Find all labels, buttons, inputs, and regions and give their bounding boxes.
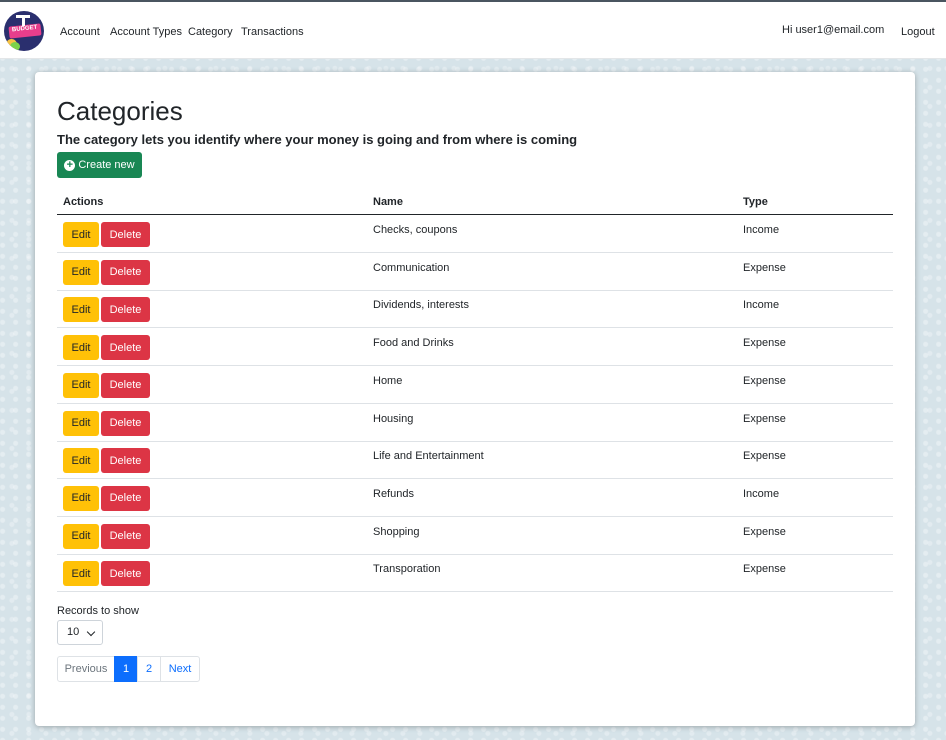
edit-button[interactable]: Edit [63, 485, 99, 511]
page-title: Categories [57, 96, 183, 126]
column-header-name: Name [373, 196, 403, 208]
pagination: Previous 1 2 Next [57, 656, 200, 682]
page-subtitle: The category lets you identify where you… [57, 132, 578, 147]
nav-link-transactions[interactable]: Transactions [241, 26, 304, 38]
user-greeting: Hi user1@email.com [782, 24, 885, 36]
edit-button[interactable]: Edit [63, 561, 99, 587]
create-new-button[interactable]: + Create new [57, 152, 142, 178]
category-type: Income [743, 299, 780, 312]
table-row: Edit Delete Food and Drinks Expense [57, 328, 893, 367]
delete-button[interactable]: Delete [101, 410, 150, 436]
categories-card: Categories The category lets you identif… [35, 72, 915, 726]
category-name: Life and Entertainment [373, 450, 484, 463]
table-row: Edit Delete Dividends, interests Income [57, 290, 893, 329]
category-type: Income [743, 224, 780, 236]
delete-button[interactable]: Delete [101, 297, 150, 323]
records-to-show-select[interactable]: 10 [57, 620, 103, 645]
delete-button[interactable]: Delete [101, 335, 150, 361]
category-name: Home [373, 374, 403, 387]
plus-circle-icon: + [64, 159, 76, 171]
delete-button[interactable]: Delete [101, 448, 150, 474]
delete-button[interactable]: Delete [101, 372, 150, 398]
edit-button[interactable]: Edit [63, 259, 99, 285]
edit-button[interactable]: Edit [63, 297, 99, 323]
nav-link-account[interactable]: Account [60, 26, 100, 38]
pagination-next[interactable]: Next [160, 656, 200, 682]
logo-sign [16, 15, 30, 18]
budget-logo[interactable]: BUDGET [4, 11, 44, 51]
category-type: Expense [743, 337, 786, 350]
category-name: Communication [373, 261, 450, 274]
nav-link-category[interactable]: Category [188, 26, 233, 38]
category-type: Expense [743, 261, 786, 274]
edit-button[interactable]: Edit [63, 523, 99, 549]
category-name: Checks, coupons [373, 224, 458, 236]
table-row: Edit Delete Transporation Expense [57, 554, 893, 593]
table-row: Edit Delete Life and Entertainment Expense [57, 441, 893, 480]
nav-link-account-types[interactable]: Account Types [110, 26, 182, 38]
logout-link[interactable]: Logout [901, 26, 935, 38]
edit-button[interactable]: Edit [63, 410, 99, 436]
category-name: Housing [373, 412, 414, 425]
delete-button[interactable]: Delete [101, 222, 150, 247]
category-type: Income [743, 487, 780, 500]
table-row: Edit Delete Housing Expense [57, 404, 893, 442]
column-header-type: Type [743, 196, 768, 208]
table-row: Edit Delete Home Expense [57, 366, 893, 404]
category-type: Expense [743, 563, 786, 576]
pagination-page-1[interactable]: 1 [114, 656, 138, 682]
logo-leaf [10, 42, 20, 51]
chevron-down-icon [86, 627, 96, 637]
create-new-label: Create new [78, 159, 135, 171]
edit-button[interactable]: Edit [63, 448, 99, 474]
navbar: BUDGET Account Account Types Category Tr… [0, 2, 946, 59]
records-selected-value: 10 [67, 626, 80, 638]
column-header-actions: Actions [63, 196, 104, 208]
category-type: Expense [743, 525, 786, 538]
delete-button[interactable]: Delete [101, 259, 150, 285]
pagination-previous[interactable]: Previous [57, 656, 115, 682]
delete-button[interactable]: Delete [101, 523, 150, 549]
category-name: Dividends, interests [373, 299, 469, 312]
category-name: Refunds [373, 487, 414, 500]
delete-button[interactable]: Delete [101, 485, 150, 511]
delete-button[interactable]: Delete [101, 561, 150, 587]
category-name: Shopping [373, 525, 420, 538]
table-row: Edit Delete Checks, coupons Income [57, 215, 893, 253]
category-name: Transporation [373, 563, 441, 576]
edit-button[interactable]: Edit [63, 335, 99, 361]
pagination-page-2[interactable]: 2 [137, 656, 161, 682]
category-type: Expense [743, 374, 786, 387]
edit-button[interactable]: Edit [63, 222, 99, 247]
table-row: Edit Delete Communication Expense [57, 253, 893, 291]
category-name: Food and Drinks [373, 337, 454, 350]
edit-button[interactable]: Edit [63, 372, 99, 398]
table-row: Edit Delete Shopping Expense [57, 517, 893, 555]
table-row: Edit Delete Refunds Income [57, 479, 893, 517]
category-type: Expense [743, 450, 786, 463]
records-to-show-label: Records to show [57, 605, 139, 617]
category-type: Expense [743, 412, 786, 425]
